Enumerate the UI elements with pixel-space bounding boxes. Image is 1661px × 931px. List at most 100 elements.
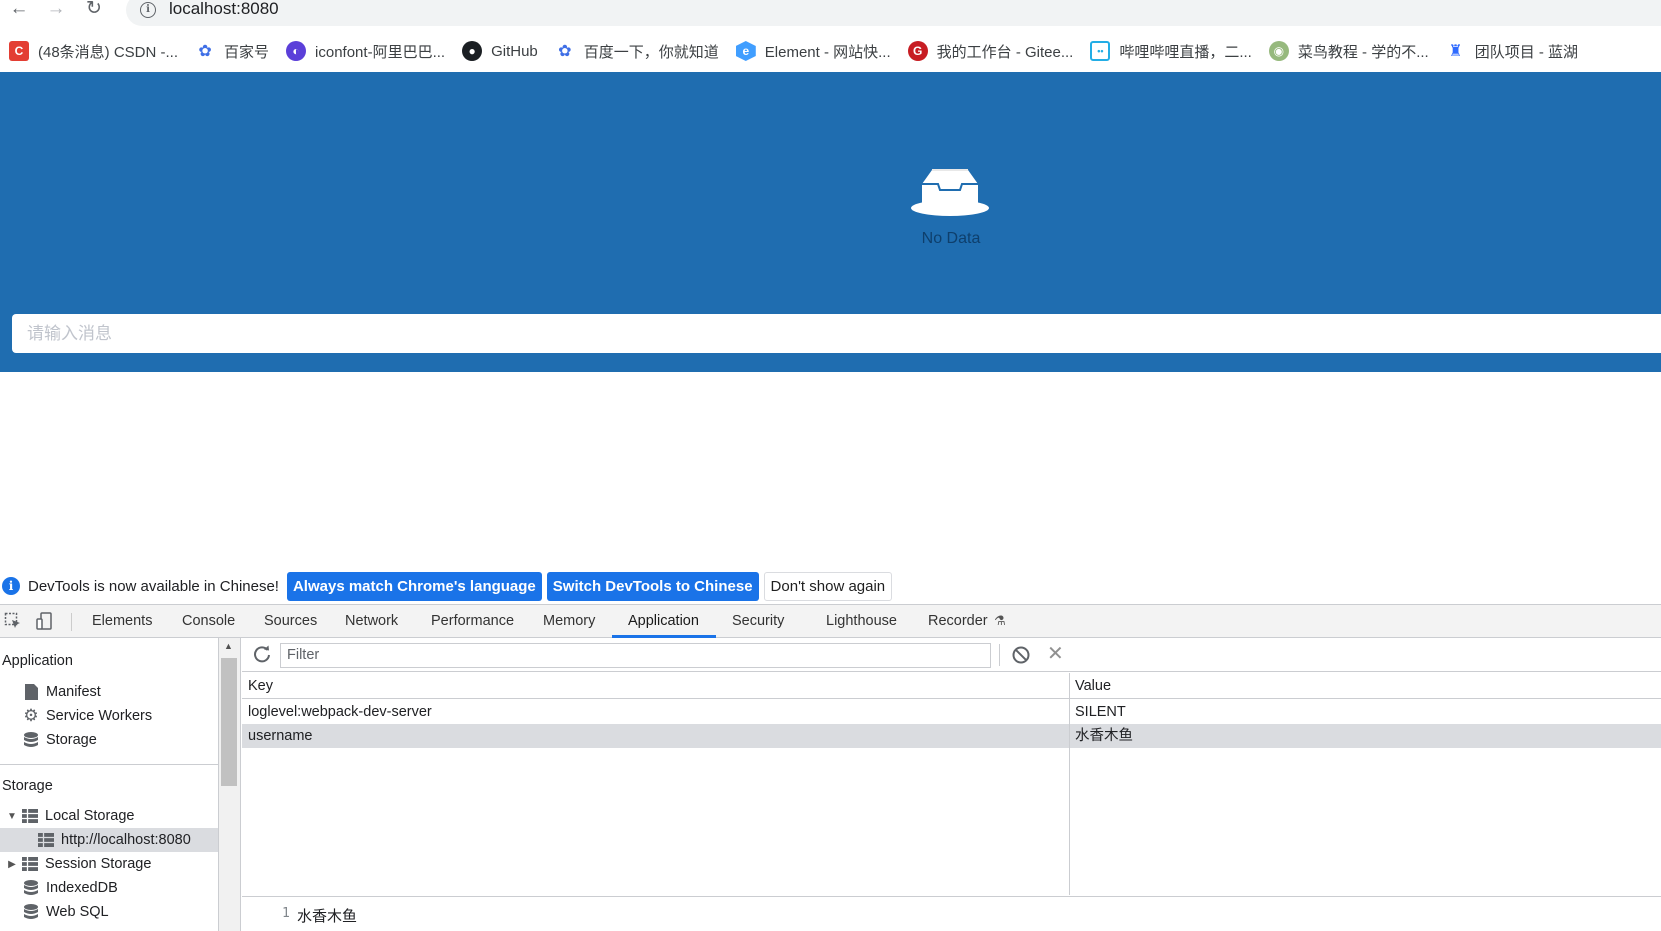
bookmark-runoob[interactable]: ◉ 菜鸟教程 - 学的不... <box>1260 37 1437 65</box>
column-divider[interactable] <box>1069 673 1070 895</box>
bookmark-label: 团队项目 - 蓝湖 <box>1474 43 1579 61</box>
sidebar-item-storage[interactable]: Storage <box>0 728 218 752</box>
sidebar-item-service-workers[interactable]: ⚙ Service Workers <box>0 704 218 728</box>
table-header: Key Value <box>242 673 1661 699</box>
switch-to-chinese-button[interactable]: Switch DevTools to Chinese <box>546 571 759 601</box>
document-icon <box>23 684 39 700</box>
tab-application[interactable]: Application <box>628 605 699 638</box>
filter-input[interactable]: Filter <box>280 643 991 668</box>
devtools-language-infobar: i DevTools is now available in Chinese! … <box>0 568 1661 604</box>
bookmark-label: iconfont-阿里巴巴... <box>315 43 446 61</box>
bookmark-bilibili[interactable]: •• 哔哩哔哩直播，二... <box>1081 37 1260 65</box>
back-arrow-icon[interactable]: ← <box>8 0 30 22</box>
bookmark-label: (48条消息) CSDN -... <box>38 43 179 61</box>
bookmark-label: 哔哩哔哩直播，二... <box>1119 43 1252 61</box>
empty-inbox-icon <box>911 169 989 216</box>
element-icon: e <box>735 41 756 61</box>
bookmarks-bar: C (48条消息) CSDN -... ✿ 百家号 ◐ iconfont-阿里巴… <box>0 36 1661 66</box>
tab-sources[interactable]: Sources <box>264 605 317 638</box>
database-icon <box>23 732 39 748</box>
always-match-language-button[interactable]: Always match Chrome's language <box>286 571 542 601</box>
toolbar-separator <box>71 613 72 631</box>
dont-show-again-button[interactable]: Don't show again <box>763 571 893 601</box>
clear-all-icon[interactable] <box>1011 645 1031 665</box>
devtools-tabstrip: Elements Console Sources Network Perform… <box>0 604 1661 638</box>
message-input[interactable]: 请输入消息 <box>12 314 1661 353</box>
tab-network[interactable]: Network <box>345 605 398 638</box>
bookmark-iconfont[interactable]: ◐ iconfont-阿里巴巴... <box>277 37 453 65</box>
table-row-selected[interactable]: username 水香木鱼 <box>242 724 1661 748</box>
forward-arrow-icon[interactable]: → <box>45 0 67 22</box>
sidebar-item-websql[interactable]: Web SQL <box>0 900 218 924</box>
row-key: loglevel:webpack-dev-server <box>248 704 432 720</box>
no-data-text: No Data <box>921 230 981 247</box>
column-header-key[interactable]: Key <box>248 674 273 698</box>
sidebar-item-label: Local Storage <box>45 808 135 824</box>
sidebar-item-label: IndexedDB <box>46 880 118 896</box>
sidebar-item-label: http://localhost:8080 <box>61 832 191 848</box>
sidebar-section-application: Application <box>2 653 73 669</box>
infobar-message: DevTools is now available in Chinese! <box>28 577 279 595</box>
tab-security[interactable]: Security <box>732 605 784 638</box>
gear-icon: ⚙ <box>23 706 39 725</box>
device-toolbar-icon[interactable] <box>36 612 54 630</box>
tab-memory[interactable]: Memory <box>543 605 595 638</box>
collapse-triangle-icon[interactable]: ▶ <box>6 859 18 870</box>
reload-icon[interactable]: ↻ <box>83 0 105 22</box>
table-grid-icon <box>38 832 54 848</box>
table-grid-icon <box>22 808 38 824</box>
storage-panel: Filter ✕ Key Value loglevel:webpack-dev-… <box>242 638 1661 931</box>
bookmark-element[interactable]: e Element - 网站快... <box>727 37 899 65</box>
tab-lighthouse[interactable]: Lighthouse <box>826 605 897 638</box>
paw-icon: ✿ <box>558 43 572 60</box>
sidebar-item-session-storage[interactable]: ▶ Session Storage <box>0 852 218 876</box>
bookmark-csdn[interactable]: C (48条消息) CSDN -... <box>0 37 186 65</box>
bookmark-label: 菜鸟教程 - 学的不... <box>1297 43 1429 61</box>
refresh-icon[interactable] <box>252 644 272 664</box>
tab-console[interactable]: Console <box>182 605 235 638</box>
toolbar-separator <box>999 644 1000 666</box>
delete-selected-icon[interactable]: ✕ <box>1047 641 1064 666</box>
row-value: 水香木鱼 <box>1075 728 1133 744</box>
table-grid-icon <box>22 856 38 872</box>
tab-recorder[interactable]: Recorder <box>928 605 988 638</box>
table-row[interactable]: loglevel:webpack-dev-server SILENT <box>242 700 1661 724</box>
sidebar-item-label: Storage <box>46 732 97 748</box>
sidebar-item-label: Manifest <box>46 684 101 700</box>
tab-elements[interactable]: Elements <box>92 605 152 638</box>
bookmark-label: 百家号 <box>224 43 270 61</box>
bilibili-icon: •• <box>1090 41 1111 61</box>
bookmark-label: 我的工作台 - Gitee... <box>936 43 1074 61</box>
info-icon: i <box>2 577 20 595</box>
scrollbar-thumb[interactable] <box>221 658 237 786</box>
csdn-icon: C <box>9 41 29 61</box>
sidebar-item-manifest[interactable]: Manifest <box>0 680 218 704</box>
lanhu-icon: ♜ <box>1448 43 1463 60</box>
preview-value: 水香木鱼 <box>297 908 358 925</box>
sidebar-item-local-origin[interactable]: http://localhost:8080 <box>0 828 218 852</box>
inspect-element-icon[interactable] <box>4 612 22 630</box>
browser-toolbar: ← → ↻ i localhost:8080 <box>0 0 1661 30</box>
sidebar-scrollbar[interactable]: ▲ <box>219 638 241 931</box>
value-preview-pane: 1 水香木鱼 <box>242 896 1661 931</box>
bookmark-baijiahao[interactable]: ✿ 百家号 <box>186 37 277 65</box>
bookmark-gitee[interactable]: G 我的工作台 - Gitee... <box>899 37 1082 65</box>
bookmark-label: 百度一下，你就知道 <box>583 43 719 61</box>
expand-triangle-icon[interactable]: ▼ <box>6 811 18 822</box>
address-bar[interactable]: i localhost:8080 <box>126 0 1661 26</box>
tab-performance[interactable]: Performance <box>431 605 514 638</box>
sidebar-item-label: Web SQL <box>46 904 109 920</box>
bookmark-baidu[interactable]: ✿ 百度一下，你就知道 <box>546 37 727 65</box>
site-info-icon[interactable]: i <box>140 2 156 18</box>
sidebar-item-label: Session Storage <box>45 856 152 872</box>
scroll-up-arrow-icon[interactable]: ▲ <box>224 641 233 651</box>
key-value-table: Key Value loglevel:webpack-dev-server SI… <box>242 673 1661 895</box>
bookmark-github[interactable]: ● GitHub <box>453 37 546 65</box>
github-icon: ● <box>462 41 483 61</box>
sidebar-item-local-storage[interactable]: ▼ Local Storage <box>0 804 218 828</box>
database-icon <box>23 880 39 896</box>
address-url[interactable]: localhost:8080 <box>169 0 279 19</box>
sidebar-item-indexeddb[interactable]: IndexedDB <box>0 876 218 900</box>
column-header-value[interactable]: Value <box>1075 674 1111 698</box>
bookmark-lanhu[interactable]: ♜ 团队项目 - 蓝湖 <box>1437 37 1586 65</box>
